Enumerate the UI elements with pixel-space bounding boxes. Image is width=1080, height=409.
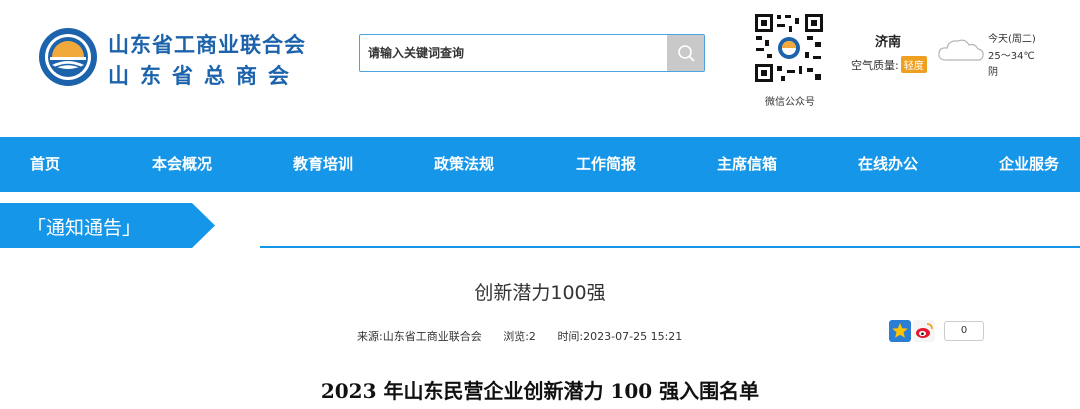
- air-quality-badge: 轻度: [900, 56, 927, 73]
- org-name-primary: 山东省工商业联合会: [108, 33, 306, 57]
- weather-city: 济南: [875, 35, 902, 50]
- nav-item-education[interactable]: 教育培训: [293, 137, 353, 192]
- weather-temperature: 25～34℃: [988, 51, 1035, 62]
- weibo-icon[interactable]: [913, 320, 935, 342]
- cloud-icon: [938, 39, 984, 61]
- weather-condition: 阴: [988, 67, 998, 78]
- search-box: [359, 34, 705, 72]
- org-name-secondary: 山东省总商会: [108, 64, 300, 88]
- nav-item-enterprise[interactable]: 企业服务: [999, 137, 1059, 192]
- share-count[interactable]: 0: [944, 321, 984, 341]
- qr-label: 微信公众号: [765, 97, 815, 108]
- nav-item-policy[interactable]: 政策法规: [434, 137, 494, 192]
- nav-item-mailbox[interactable]: 主席信箱: [717, 137, 777, 192]
- article-views: 浏览:2: [503, 330, 536, 343]
- article-meta: 来源:山东省工商业联合会 浏览:2 时间:2023-07-25 15:21: [357, 328, 700, 344]
- air-quality: 空气质量: 轻度: [851, 56, 927, 73]
- article-time: 时间:2023-07-25 15:21: [557, 330, 683, 343]
- favorite-star-icon[interactable]: [889, 320, 911, 342]
- site-header: 山东省工商业联合会 山东省总商会 微信公众号 济南 空气质量:轻度 今天(周二)…: [0, 0, 1080, 137]
- article-body-heading: 2023 年山东民营企业创新潜力 100 强入围名单: [320, 379, 760, 403]
- search-input[interactable]: [368, 43, 658, 63]
- nav-item-briefing[interactable]: 工作简报: [576, 137, 636, 192]
- nav-item-home[interactable]: 首页: [30, 137, 60, 192]
- nav-item-office[interactable]: 在线办公: [858, 137, 918, 192]
- qr-code: [753, 12, 825, 84]
- article-source: 来源:山东省工商业联合会: [357, 330, 482, 343]
- search-icon: [677, 45, 695, 62]
- section-divider: [260, 246, 1080, 248]
- search-button[interactable]: [667, 35, 704, 71]
- section-title: 「通知通告」: [27, 217, 142, 239]
- nav-item-about[interactable]: 本会概况: [152, 137, 212, 192]
- article-title: 创新潜力100强: [474, 282, 606, 304]
- main-nav: 首页 本会概况 教育培训 政策法规 工作简报 主席信箱 在线办公 企业服务: [0, 137, 1080, 192]
- air-quality-label: 空气质量:: [851, 59, 899, 72]
- emblem-logo[interactable]: [38, 27, 98, 87]
- weather-day: 今天(周二): [988, 34, 1036, 45]
